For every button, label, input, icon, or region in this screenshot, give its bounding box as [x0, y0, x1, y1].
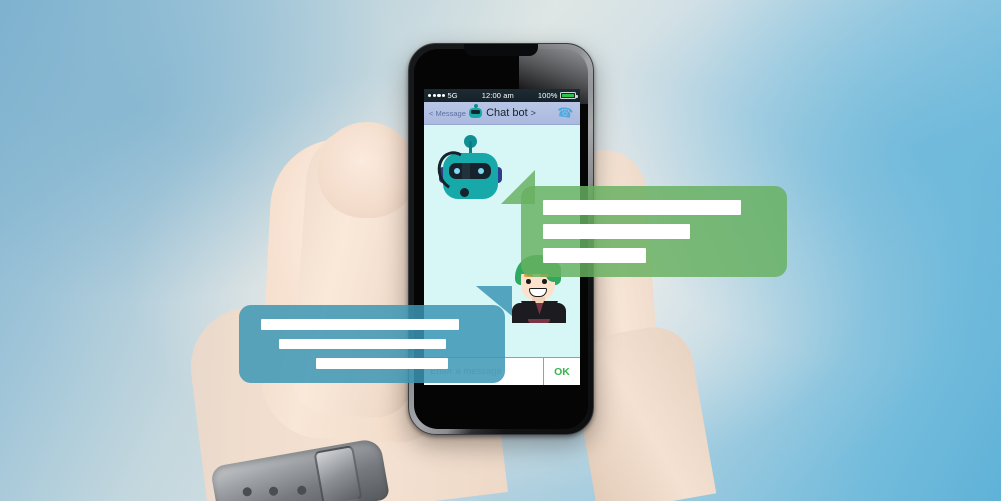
network-label: 5G [447, 91, 458, 100]
robot-avatar [432, 135, 506, 209]
placeholder-line [543, 200, 741, 215]
battery-icon [560, 91, 578, 100]
human-eye-left [526, 279, 531, 284]
human-eye-right [542, 279, 547, 284]
placeholder-line [261, 319, 459, 330]
robot-icon [468, 104, 483, 119]
chevron-right-icon: > [530, 108, 536, 118]
scene-container: 5G 12:00 am 100% < Message Chat bot > ☎ … [0, 0, 1001, 501]
robot-headset-mic [460, 188, 469, 197]
strap-hole [268, 486, 279, 497]
bot-message-bubble[interactable] [521, 186, 787, 277]
placeholder-line [543, 248, 646, 263]
placeholder-line [316, 358, 448, 370]
signal-dots-icon [428, 93, 446, 98]
strap-hole [242, 486, 253, 498]
user-message-placeholder-lines [239, 305, 505, 383]
send-button[interactable]: OK [544, 358, 580, 385]
placeholder-line [279, 338, 446, 350]
user-message-bubble[interactable] [239, 305, 505, 383]
status-bar-right: 100% [537, 91, 578, 100]
bot-message-placeholder-lines [521, 186, 787, 277]
page-title: Chat bot [486, 107, 528, 119]
clock-label: 12:00 am [481, 91, 514, 100]
battery-percent-label: 100% [537, 91, 558, 100]
phone-earpiece-notch [464, 44, 538, 56]
chat-title-group[interactable]: Chat bot > [468, 104, 536, 119]
strap-hole [296, 485, 308, 496]
placeholder-line [543, 224, 690, 239]
status-bar: 5G 12:00 am 100% [424, 89, 580, 102]
thumb-tip [318, 122, 416, 218]
chat-header: < Message Chat bot > ☎ [424, 102, 580, 125]
back-to-messages-button[interactable]: < Message [429, 109, 466, 118]
status-bar-left: 5G [428, 91, 458, 100]
robot-eye-right [478, 168, 484, 174]
phone-call-icon[interactable]: ☎ [556, 104, 574, 122]
